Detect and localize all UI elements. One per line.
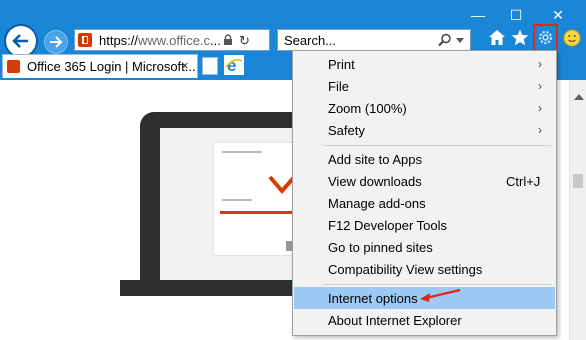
menu-item-add-site-to-apps[interactable]: Add site to Apps	[294, 148, 555, 170]
back-arrow-icon	[12, 34, 28, 48]
menu-item-f12-developer-tools[interactable]: F12 Developer Tools	[294, 214, 555, 236]
tab-office-365-login[interactable]: Office 365 Login | Microsoft... ×	[2, 54, 198, 78]
vertical-scrollbar[interactable]	[569, 80, 586, 340]
submenu-arrow-icon: ›	[538, 123, 542, 137]
menu-item-label: View downloads	[328, 174, 422, 189]
gear-annotation-box	[533, 24, 558, 53]
address-url: https://www.office.c...	[99, 33, 221, 48]
refresh-icon[interactable]: ↻	[239, 33, 250, 49]
smiley-feedback-icon[interactable]	[563, 29, 581, 47]
search-icon[interactable]	[438, 33, 452, 47]
tab-favicon-icon	[7, 60, 20, 73]
menu-item-label: File	[328, 79, 349, 94]
close-button[interactable]: ✕	[548, 6, 568, 24]
menu-item-manage-add-ons[interactable]: Manage add-ons	[294, 192, 555, 214]
menu-item-label: About Internet Explorer	[328, 313, 462, 328]
submenu-arrow-icon: ›	[538, 57, 542, 71]
doc-line	[222, 151, 262, 153]
search-dropdown-caret-icon[interactable]	[456, 38, 464, 43]
lock-icon[interactable]	[223, 34, 233, 46]
tab-close-icon[interactable]: ×	[181, 58, 189, 73]
scroll-thumb[interactable]	[573, 174, 583, 188]
menu-item-print[interactable]: Print ›	[294, 53, 555, 75]
svg-text:e: e	[227, 56, 236, 75]
forward-arrow-icon	[50, 36, 63, 48]
submenu-arrow-icon: ›	[538, 101, 542, 115]
new-tab-button[interactable]	[202, 57, 218, 75]
favorites-star-icon[interactable]	[511, 29, 529, 46]
laptop-base	[120, 280, 310, 296]
menu-item-label: Add site to Apps	[328, 152, 422, 167]
menu-item-label: Manage add-ons	[328, 196, 426, 211]
menu-item-label: Safety	[328, 123, 365, 138]
home-icon[interactable]	[488, 29, 506, 46]
menu-item-label: Go to pinned sites	[328, 240, 433, 255]
forward-button[interactable]	[44, 30, 68, 54]
doc-line	[222, 199, 252, 201]
menu-item-label: Internet options	[328, 291, 418, 306]
menu-item-label: Zoom (100%)	[328, 101, 407, 116]
address-bar[interactable]: https://www.office.c... ↻	[74, 29, 270, 51]
ie-logo-icon: e	[224, 55, 244, 75]
menu-separator	[323, 145, 551, 146]
search-box[interactable]: Search...	[277, 29, 471, 51]
submenu-arrow-icon: ›	[538, 79, 542, 93]
minimize-button[interactable]: —	[468, 6, 488, 24]
search-placeholder: Search...	[284, 33, 337, 48]
tab-title: Office 365 Login | Microsoft...	[27, 59, 196, 74]
menu-item-label: F12 Developer Tools	[328, 218, 447, 233]
menu-item-file[interactable]: File ›	[294, 75, 555, 97]
menu-separator	[323, 284, 551, 285]
back-button[interactable]	[4, 24, 38, 58]
menu-item-go-to-pinned-sites[interactable]: Go to pinned sites	[294, 236, 555, 258]
menu-item-safety[interactable]: Safety ›	[294, 119, 555, 141]
menu-item-compatibility-view-settings[interactable]: Compatibility View settings	[294, 258, 555, 280]
annotation-arrow-icon	[420, 288, 461, 302]
menu-item-label: Print	[328, 57, 355, 72]
maximize-button[interactable]: ☐	[506, 6, 526, 24]
site-favicon-icon	[78, 33, 92, 47]
menu-item-view-downloads[interactable]: View downloads Ctrl+J	[294, 170, 555, 192]
menu-item-shortcut: Ctrl+J	[506, 174, 541, 189]
menu-item-zoom[interactable]: Zoom (100%) ›	[294, 97, 555, 119]
menu-item-label: Compatibility View settings	[328, 262, 483, 277]
menu-item-about-internet-explorer[interactable]: About Internet Explorer	[294, 309, 555, 331]
scroll-up-arrow-icon[interactable]	[574, 94, 584, 100]
